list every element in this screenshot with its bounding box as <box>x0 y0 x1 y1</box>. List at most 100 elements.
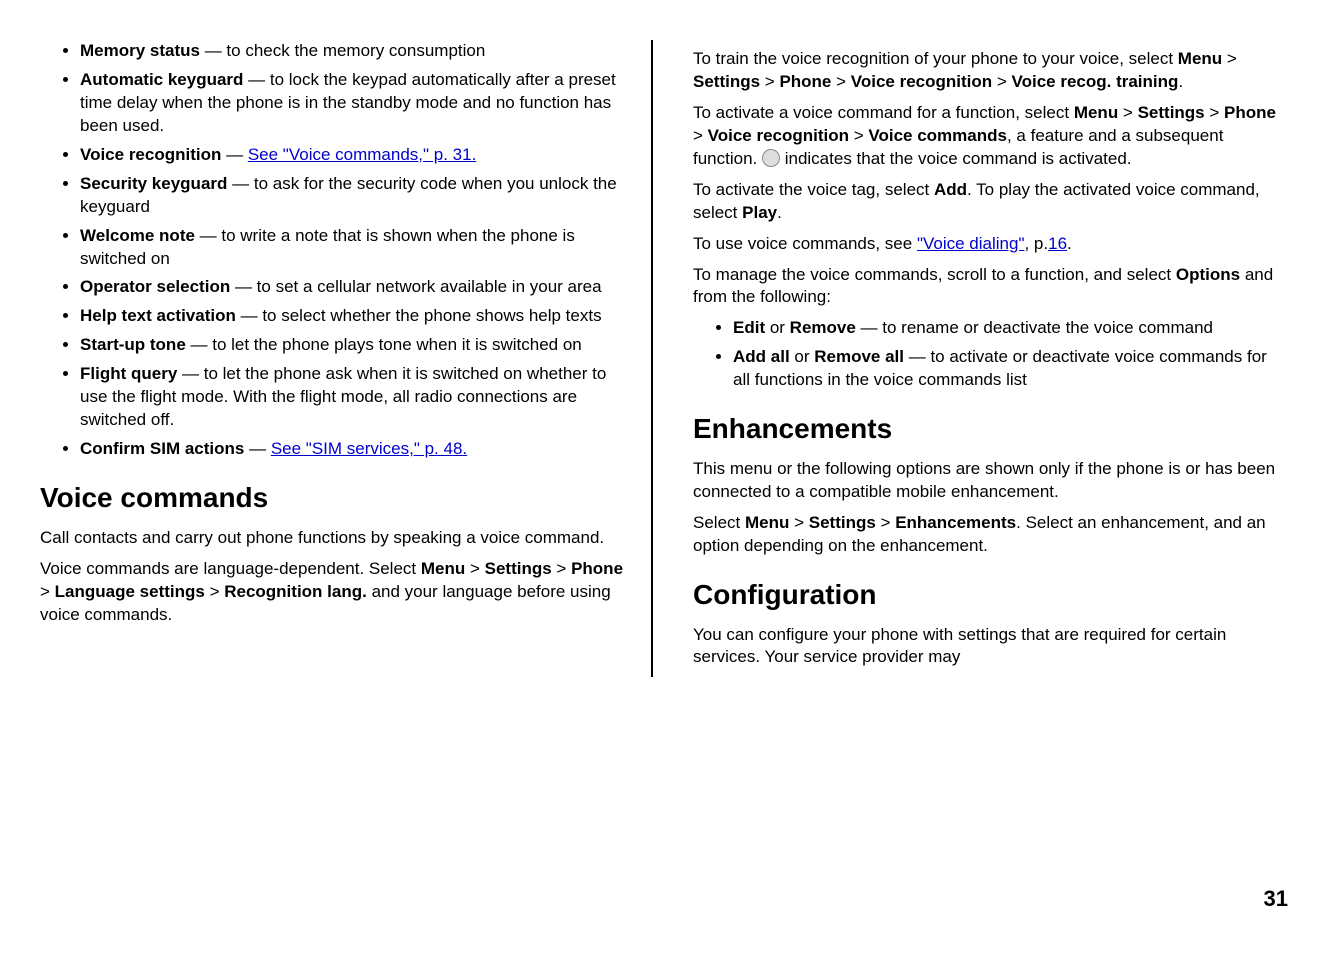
use-post: . <box>1067 234 1072 253</box>
page-16-link[interactable]: 16 <box>1048 234 1067 253</box>
path-voice-commands: Voice commands <box>868 126 1007 145</box>
item-label: Operator selection <box>80 277 230 296</box>
right-column: To train the voice recognition of your p… <box>693 40 1282 677</box>
phone-settings-list: Memory status — to check the memory cons… <box>40 40 629 461</box>
path-menu: Menu <box>421 559 465 578</box>
path-voice-recognition: Voice recognition <box>851 72 992 91</box>
voice-active-icon <box>762 149 780 167</box>
path-phone: Phone <box>779 72 831 91</box>
list-item: Welcome note — to write a note that is s… <box>80 225 629 271</box>
train-voice-paragraph: To train the voice recognition of your p… <box>693 48 1282 94</box>
list-item: Memory status — to check the memory cons… <box>80 40 629 63</box>
voice-dialing-link[interactable]: "Voice dialing" <box>917 234 1025 253</box>
path-menu: Menu <box>745 513 789 532</box>
manage-voice-paragraph: To manage the voice commands, scroll to … <box>693 264 1282 310</box>
voice-commands-heading: Voice commands <box>40 479 629 517</box>
path-enhancements: Enhancements <box>895 513 1016 532</box>
path-sep: > <box>789 513 808 532</box>
enhancements-select-paragraph: Select Menu > Settings > Enhancements. S… <box>693 512 1282 558</box>
configuration-text: You can configure your phone with settin… <box>693 624 1282 670</box>
enhancements-heading: Enhancements <box>693 410 1282 448</box>
item-label: Voice recognition <box>80 145 221 164</box>
path-sep: > <box>552 559 571 578</box>
list-item: Operator selection — to set a cellular n… <box>80 276 629 299</box>
path-sep: > <box>1205 103 1224 122</box>
path-recognition-lang: Recognition lang. <box>224 582 367 601</box>
path-menu: Menu <box>1178 49 1222 68</box>
path-voice-recognition: Voice recognition <box>708 126 849 145</box>
remove-all-label: Remove all <box>814 347 904 366</box>
path-settings: Settings <box>485 559 552 578</box>
path-sep: > <box>465 559 484 578</box>
list-item: Edit or Remove — to rename or deactivate… <box>733 317 1282 340</box>
list-item: Flight query — to let the phone ask when… <box>80 363 629 432</box>
manage-options-list: Edit or Remove — to rename or deactivate… <box>693 317 1282 392</box>
item-label: Confirm SIM actions <box>80 439 244 458</box>
path-sep: > <box>205 582 224 601</box>
or-text: or <box>790 347 815 366</box>
use-mid: , p. <box>1024 234 1048 253</box>
item-desc: — <box>221 145 247 164</box>
voice-commands-link[interactable]: See "Voice commands," p. 31. <box>248 145 476 164</box>
or-text: or <box>765 318 790 337</box>
list-item: Add all or Remove all — to activate or d… <box>733 346 1282 392</box>
path-sep: > <box>40 582 55 601</box>
list-item: Start-up tone — to let the phone plays t… <box>80 334 629 357</box>
item-label: Flight query <box>80 364 177 383</box>
item-desc: — to set a cellular network available in… <box>230 277 601 296</box>
item-label: Security keyguard <box>80 174 227 193</box>
list-item: Confirm SIM actions — See "SIM services,… <box>80 438 629 461</box>
vc-lang-pre: Voice commands are language-dependent. S… <box>40 559 421 578</box>
path-phone: Phone <box>571 559 623 578</box>
sim-services-link[interactable]: See "SIM services," p. 48. <box>271 439 467 458</box>
path-voice-recog-training: Voice recog. training <box>1012 72 1179 91</box>
two-column-layout: Memory status — to check the memory cons… <box>40 40 1282 677</box>
page-number: 31 <box>1264 884 1288 914</box>
play-label: Play <box>742 203 777 222</box>
use-voice-paragraph: To use voice commands, see "Voice dialin… <box>693 233 1282 256</box>
path-sep: > <box>1222 49 1237 68</box>
document-page: Memory status — to check the memory cons… <box>0 0 1322 954</box>
item-desc: — <box>244 439 270 458</box>
path-sep: > <box>992 72 1011 91</box>
item-desc: — to select whether the phone shows help… <box>236 306 602 325</box>
list-item: Voice recognition — See "Voice commands,… <box>80 144 629 167</box>
item-label: Automatic keyguard <box>80 70 243 89</box>
path-sep: > <box>831 72 850 91</box>
path-sep: > <box>1118 103 1137 122</box>
path-sep: > <box>693 126 708 145</box>
voice-tag-paragraph: To activate the voice tag, select Add. T… <box>693 179 1282 225</box>
item-desc: — to rename or deactivate the voice comm… <box>856 318 1213 337</box>
path-sep: > <box>876 513 895 532</box>
item-desc: — to let the phone plays tone when it is… <box>186 335 582 354</box>
path-language-settings: Language settings <box>55 582 205 601</box>
item-label: Memory status <box>80 41 200 60</box>
add-label: Add <box>934 180 967 199</box>
enhancements-intro: This menu or the following options are s… <box>693 458 1282 504</box>
enh-select-pre: Select <box>693 513 745 532</box>
path-settings: Settings <box>693 72 760 91</box>
edit-label: Edit <box>733 318 765 337</box>
item-desc: — to check the memory consumption <box>200 41 485 60</box>
manage-pre: To manage the voice commands, scroll to … <box>693 265 1176 284</box>
activate-post: indicates that the voice command is acti… <box>780 149 1132 168</box>
path-menu: Menu <box>1074 103 1118 122</box>
item-label: Help text activation <box>80 306 236 325</box>
path-settings: Settings <box>809 513 876 532</box>
path-settings: Settings <box>1138 103 1205 122</box>
add-all-label: Add all <box>733 347 790 366</box>
voice-commands-language: Voice commands are language-dependent. S… <box>40 558 629 627</box>
remove-label: Remove <box>790 318 856 337</box>
list-item: Help text activation — to select whether… <box>80 305 629 328</box>
list-item: Automatic keyguard — to lock the keypad … <box>80 69 629 138</box>
activate-pre: To activate a voice command for a functi… <box>693 103 1074 122</box>
activate-command-paragraph: To activate a voice command for a functi… <box>693 102 1282 171</box>
list-item: Security keyguard — to ask for the secur… <box>80 173 629 219</box>
item-label: Welcome note <box>80 226 195 245</box>
configuration-heading: Configuration <box>693 576 1282 614</box>
path-sep: > <box>849 126 868 145</box>
path-sep: > <box>760 72 779 91</box>
left-column: Memory status — to check the memory cons… <box>40 40 653 677</box>
use-pre: To use voice commands, see <box>693 234 917 253</box>
options-label: Options <box>1176 265 1240 284</box>
